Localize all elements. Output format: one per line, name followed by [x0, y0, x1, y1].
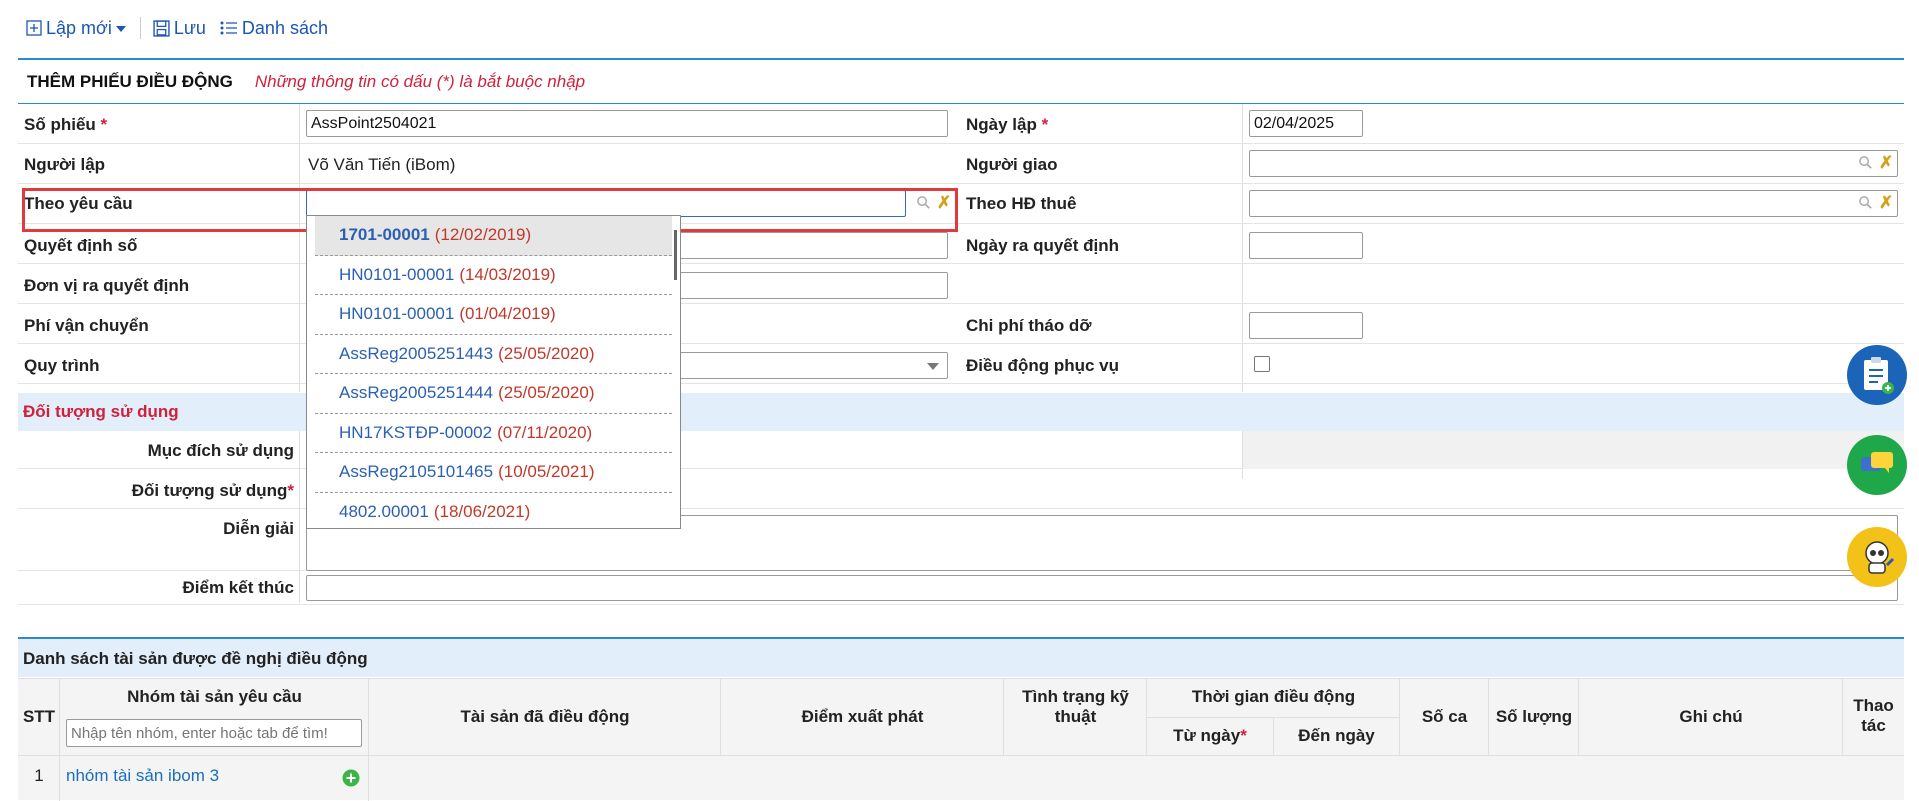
dropdown-option[interactable]: HN17KSTĐP-00002 (07/11/2020)	[315, 414, 672, 453]
theo-hd-thue-input[interactable]	[1249, 190, 1898, 217]
caret-down-icon	[115, 26, 126, 32]
col-so-ca-header: Số ca	[1421, 707, 1468, 726]
save-icon	[153, 19, 170, 37]
chat-icon	[1861, 452, 1893, 473]
row-don-vi: Đơn vị ra quyết định	[18, 264, 1904, 304]
col-thao-tac-header: Thao tác	[1853, 696, 1894, 735]
muc-dich-label: Mục đích sử dụng	[147, 441, 294, 460]
row-phi: Phí vận chuyển Chi phí tháo dỡ	[18, 304, 1904, 344]
row-quy-trinh: Quy trình Điều động phục vụ	[18, 344, 1904, 384]
toolbar: Lập mới Lưu Danh sách	[26, 14, 342, 42]
dien-giai-label: Diễn giải	[223, 519, 294, 538]
list-icon	[220, 21, 237, 35]
ngay-lap-label: Ngày lập *	[966, 115, 1049, 134]
col-thoi-gian-header: Thời gian điều động	[1191, 687, 1356, 706]
robot-icon	[1865, 541, 1895, 574]
list-button-label: Danh sách	[241, 17, 328, 38]
section-assets: Danh sách tài sản được đề nghị điều động	[18, 637, 1904, 677]
dropdown-option[interactable]: HN0101-00001 (14/03/2019)	[315, 256, 672, 295]
form-header: THÊM PHIẾU ĐIỀU ĐỘNG Những thông tin có …	[18, 60, 1904, 104]
nguoi-giao-label: Người giao	[966, 155, 1058, 174]
clear-icon[interactable]: ✗	[1879, 194, 1893, 211]
don-vi-label: Đơn vị ra quyết định	[24, 276, 190, 295]
col-diem-xuat-phat-header: Điểm xuất phát	[801, 707, 924, 726]
list-button[interactable]: Danh sách	[220, 18, 328, 39]
save-button[interactable]: Lưu	[153, 18, 206, 39]
new-button[interactable]: Lập mới	[26, 18, 126, 39]
dropdown-option[interactable]: 4802.00001 (18/06/2021)	[315, 493, 672, 529]
row-muc-dich: Mục đích sử dụng	[18, 431, 1904, 469]
chi-phi-thao-do-label: Chi phí tháo dỡ	[966, 316, 1092, 335]
doi-tuong-label: Đối tượng sử dụng*	[131, 481, 294, 500]
chi-phi-thao-do-input[interactable]	[1249, 312, 1363, 339]
col-stt-header: STT	[22, 707, 56, 726]
phi-van-chuyen-label: Phí vận chuyển	[24, 316, 149, 335]
clipboard-add-icon	[1864, 357, 1894, 394]
row-so-phieu: Số phiếu * Ngày lập *	[18, 104, 1904, 144]
dispatch-form: THÊM PHIẾU ĐIỀU ĐỘNG Những thông tin có …	[18, 58, 1904, 638]
col-tinh-trang-header: Tình trạng kỹ thuật	[1022, 687, 1129, 726]
section-doi-tuong-title: Đối tượng sử dụng	[23, 402, 179, 421]
quyet-dinh-so-label: Quyết định số	[24, 236, 138, 255]
dropdown-option[interactable]: AssReg2105101465 (10/05/2021)	[315, 453, 672, 493]
dropdown-scrollbar[interactable]	[674, 230, 677, 280]
ngay-ra-qd-label: Ngày ra quyết định	[966, 236, 1120, 255]
ngay-ra-qd-input[interactable]	[1249, 232, 1363, 259]
row-nguoi-lap: Người lập Võ Văn Tiến (iBom) Người giao …	[18, 144, 1904, 184]
add-circle-icon[interactable]	[342, 769, 360, 787]
page-title: THÊM PHIẾU ĐIỀU ĐỘNG	[27, 71, 233, 91]
nhom-search-input[interactable]	[66, 719, 362, 747]
row-diem-ket-thuc: Điểm kết thúc	[18, 571, 1904, 605]
col-tai-san-header: Tài sản đã điều động	[460, 707, 630, 726]
required-note: Những thông tin có dấu (*) là bắt buộc n…	[254, 71, 586, 91]
nguoi-lap-label: Người lập	[24, 155, 106, 174]
muc-dich-readonly-area	[1243, 431, 1904, 469]
dropdown-option[interactable]: 1701-00001 (12/02/2019)	[315, 216, 672, 256]
diem-ket-thuc-input[interactable]	[306, 575, 1898, 601]
clipboard-add-button[interactable]	[1847, 345, 1907, 405]
theo-yeu-cau-dropdown[interactable]: 1701-00001 (12/02/2019) HN0101-00001 (14/0…	[306, 215, 681, 529]
dieu-dong-phuc-vu-checkbox[interactable]	[1254, 356, 1270, 372]
nguoi-giao-input[interactable]	[1249, 150, 1898, 177]
quy-trinh-label: Quy trình	[24, 356, 100, 375]
diem-ket-thuc-label: Điểm kết thúc	[182, 578, 294, 597]
row-nhom-link[interactable]: nhóm tài sản ibom 3	[66, 766, 219, 786]
toolbar-separator	[139, 17, 141, 39]
col-ghi-chu-header: Ghi chú	[1679, 707, 1743, 726]
dieu-dong-phuc-vu-label: Điều động phục vụ	[966, 356, 1119, 375]
search-icon[interactable]	[1858, 155, 1873, 170]
search-icon[interactable]	[1858, 195, 1873, 210]
assets-table: STT Nhóm tài sản yêu cầu Tài sản đã điều…	[18, 678, 1904, 801]
so-phieu-input[interactable]	[306, 110, 948, 137]
chevron-down-icon	[927, 363, 939, 370]
section-assets-title: Danh sách tài sản được đề nghị điều động	[23, 649, 368, 668]
col-tu-ngay-header: Từ ngày*	[1173, 726, 1247, 745]
new-button-label: Lập mới	[46, 17, 112, 38]
dropdown-option[interactable]: AssReg2005251444 (25/05/2020)	[315, 374, 672, 414]
row-dien-giai: Diễn giải	[18, 509, 1904, 571]
dropdown-option[interactable]: AssReg2005251443 (25/05/2020)	[315, 335, 672, 374]
col-nhom-header: Nhóm tài sản yêu cầu	[127, 687, 302, 706]
clear-icon[interactable]: ✗	[1879, 154, 1893, 171]
nguoi-lap-value: Võ Văn Tiến (iBom)	[308, 155, 456, 174]
robot-support-button[interactable]	[1847, 527, 1907, 587]
save-button-label: Lưu	[173, 17, 206, 38]
plus-square-icon	[26, 20, 42, 36]
dropdown-option[interactable]: HN0101-00001 (01/04/2019)	[315, 295, 672, 335]
so-phieu-label: Số phiếu *	[24, 115, 108, 134]
row-stt: 1	[34, 766, 44, 785]
col-den-ngay-header: Đến ngày	[1298, 726, 1375, 745]
col-so-luong-header: Số lượng	[1495, 707, 1573, 726]
chat-button[interactable]	[1847, 435, 1907, 495]
ngay-lap-input[interactable]	[1249, 110, 1363, 137]
table-row: 1 nhóm tài sản ibom 3	[18, 756, 1904, 796]
section-doi-tuong: Đối tượng sử dụng	[18, 393, 1904, 431]
theo-hd-thue-label: Theo HĐ thuê	[966, 194, 1077, 213]
row-doi-tuong: Đối tượng sử dụng*	[18, 469, 1904, 509]
